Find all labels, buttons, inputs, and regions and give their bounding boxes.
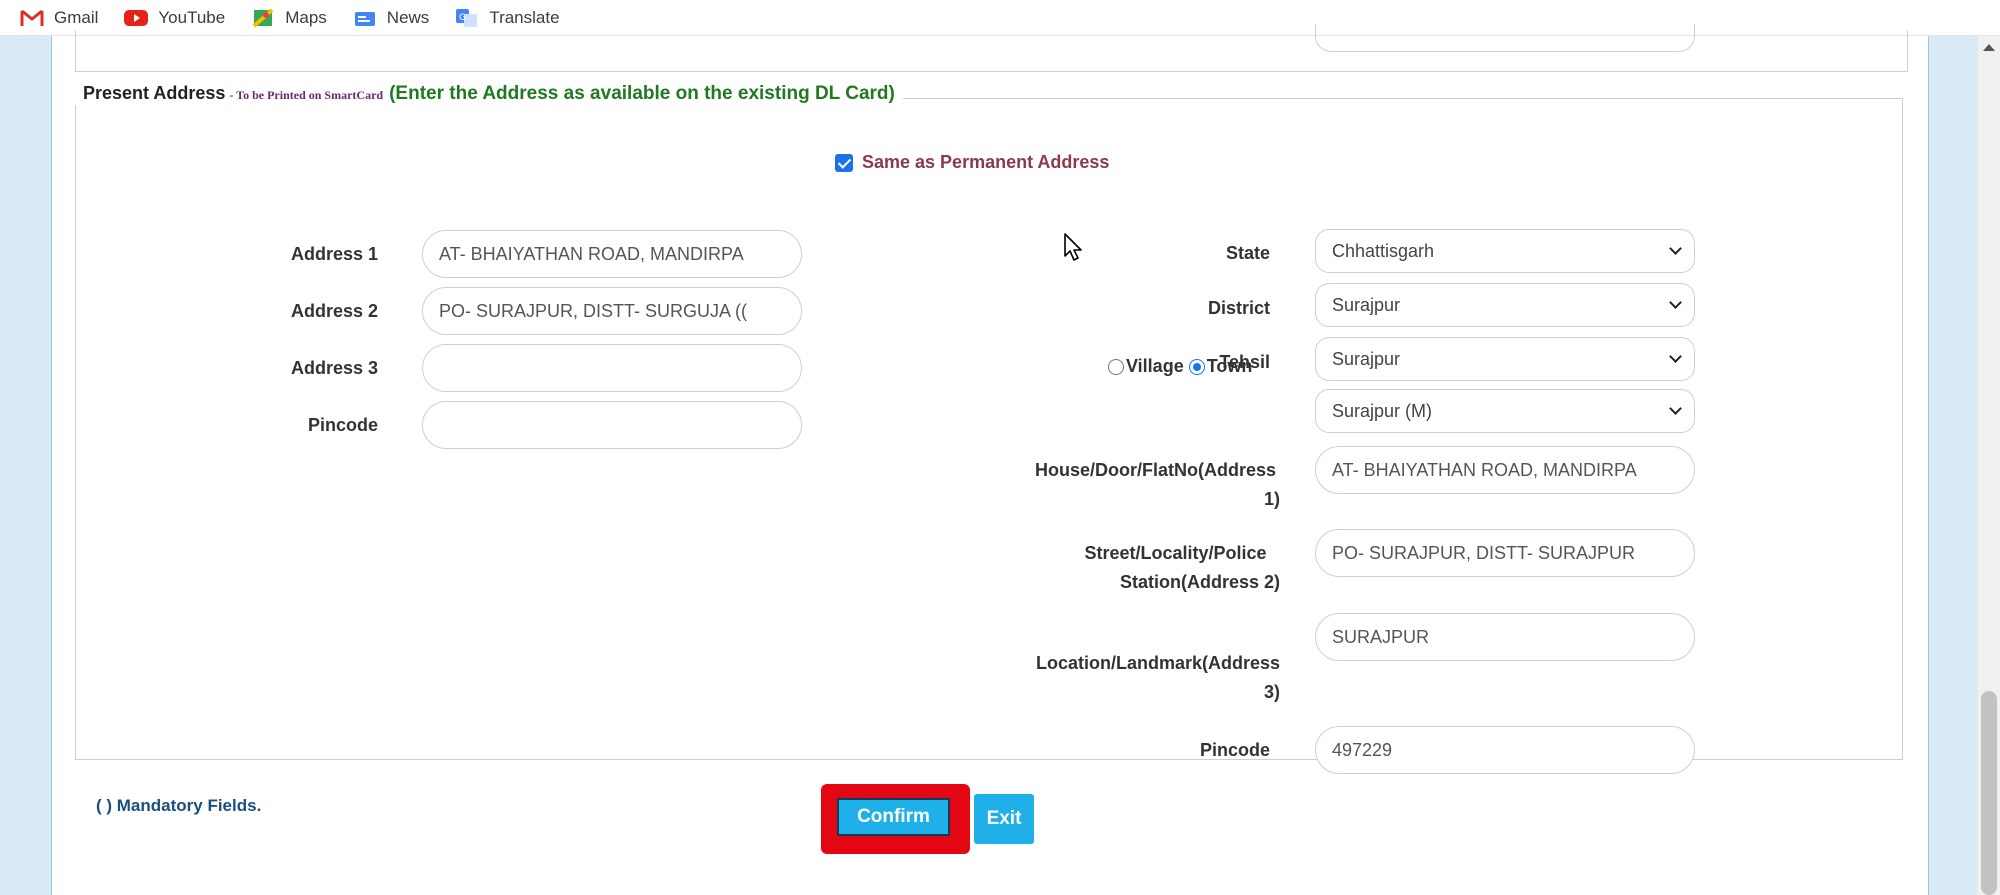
youtube-icon <box>124 8 149 28</box>
pincode-input-right[interactable]: 497229 <box>1315 726 1695 774</box>
same-as-permanent-checkbox[interactable] <box>835 153 853 172</box>
same-as-permanent-row[interactable]: Same as Permanent Address <box>835 152 1109 173</box>
town-select[interactable]: Surajpur (M) <box>1315 389 1695 433</box>
district-select-value: Surajpur <box>1332 295 1401 315</box>
district-label: District <box>1207 298 1270 318</box>
street-label: Street/Locality/Police Station(Address 2… <box>1084 543 1280 592</box>
chevron-down-icon <box>1669 296 1682 309</box>
bookmark-news[interactable]: News <box>353 7 430 28</box>
confirm-button[interactable]: Confirm <box>837 798 950 836</box>
maps-icon <box>251 8 275 28</box>
bookmark-maps[interactable]: Maps <box>251 8 327 28</box>
chevron-down-icon <box>1669 402 1682 415</box>
bookmark-gmail[interactable]: Gmail <box>20 8 98 28</box>
scroll-thumb[interactable] <box>1981 691 1997 895</box>
pincode-label-right: Pincode <box>1199 740 1270 760</box>
address1-input[interactable]: AT- BHAIYATHAN ROAD, MANDIRPA <box>422 230 802 278</box>
previous-input-remnant <box>1315 24 1695 52</box>
state-select-value: Chhattisgarh <box>1332 241 1435 261</box>
address3-input[interactable] <box>422 344 802 392</box>
address1-label: Address 1 <box>290 244 378 264</box>
bookmark-translate[interactable]: G Translate <box>455 7 560 28</box>
bookmark-label: Maps <box>285 7 327 27</box>
pincode-input-left[interactable] <box>422 401 802 449</box>
village-radio-label: Village <box>1126 356 1184 376</box>
house-label: House/Door/FlatNo(Address 1) <box>1034 460 1280 509</box>
gmail-icon <box>20 8 44 28</box>
tehsil-select[interactable]: Surajpur <box>1315 337 1695 381</box>
chevron-down-icon <box>1669 242 1682 255</box>
pincode-label-left: Pincode <box>307 415 378 435</box>
page-right-margin <box>1928 36 1978 895</box>
news-icon <box>353 8 377 28</box>
section-subtitle: - To be Printed on SmartCard <box>229 88 384 102</box>
location-input[interactable]: SURAJPUR <box>1315 613 1695 661</box>
address2-label: Address 2 <box>290 301 378 321</box>
area-type-radio-group: Village Town <box>1108 356 1252 377</box>
svg-text:G: G <box>459 13 466 23</box>
translate-icon: G <box>455 8 479 28</box>
scroll-up-icon[interactable] <box>1983 44 1995 51</box>
location-label: Location/Landmark(Address 3) <box>1035 653 1281 702</box>
page-left-margin <box>0 36 52 895</box>
street-input[interactable]: PO- SURAJPUR, DISTT- SURAJPUR <box>1315 529 1695 577</box>
bookmark-label: Gmail <box>54 7 99 27</box>
address2-input[interactable]: PO- SURAJPUR, DISTT- SURGUJA (( <box>422 287 802 335</box>
section-note: (Enter the Address as available on the e… <box>389 83 895 104</box>
vertical-scrollbar[interactable] <box>1978 36 2000 895</box>
district-select[interactable]: Surajpur <box>1315 283 1695 327</box>
state-label: State <box>1225 243 1270 263</box>
bookmark-label: News <box>386 7 430 27</box>
mandatory-fields-note: ( ) Mandatory Fields. <box>96 796 262 815</box>
state-select[interactable]: Chhattisgarh <box>1315 229 1695 273</box>
confirm-highlight-box: Confirm <box>821 784 970 854</box>
bookmark-label: Translate <box>489 7 560 27</box>
section-title: Present Address <box>83 83 226 103</box>
town-select-value: Surajpur (M) <box>1332 401 1433 421</box>
town-radio-label: Town <box>1206 356 1253 376</box>
house-input[interactable]: AT- BHAIYATHAN ROAD, MANDIRPA <box>1315 446 1695 494</box>
village-radio[interactable] <box>1108 358 1124 375</box>
bookmark-label: YouTube <box>158 7 226 27</box>
page-content: Present Address - To be Printed on Smart… <box>53 24 1928 895</box>
bookmark-youtube[interactable]: YouTube <box>124 8 225 28</box>
exit-button[interactable]: Exit <box>974 794 1034 844</box>
chevron-down-icon <box>1669 350 1682 363</box>
mouse-cursor-icon <box>1064 233 1082 261</box>
address3-label: Address 3 <box>290 358 378 378</box>
tehsil-select-value: Surajpur <box>1332 349 1401 369</box>
same-as-permanent-label: Same as Permanent Address <box>862 152 1110 172</box>
town-radio[interactable] <box>1188 358 1205 375</box>
section-legend: Present Address - To be Printed on Smart… <box>75 83 903 105</box>
